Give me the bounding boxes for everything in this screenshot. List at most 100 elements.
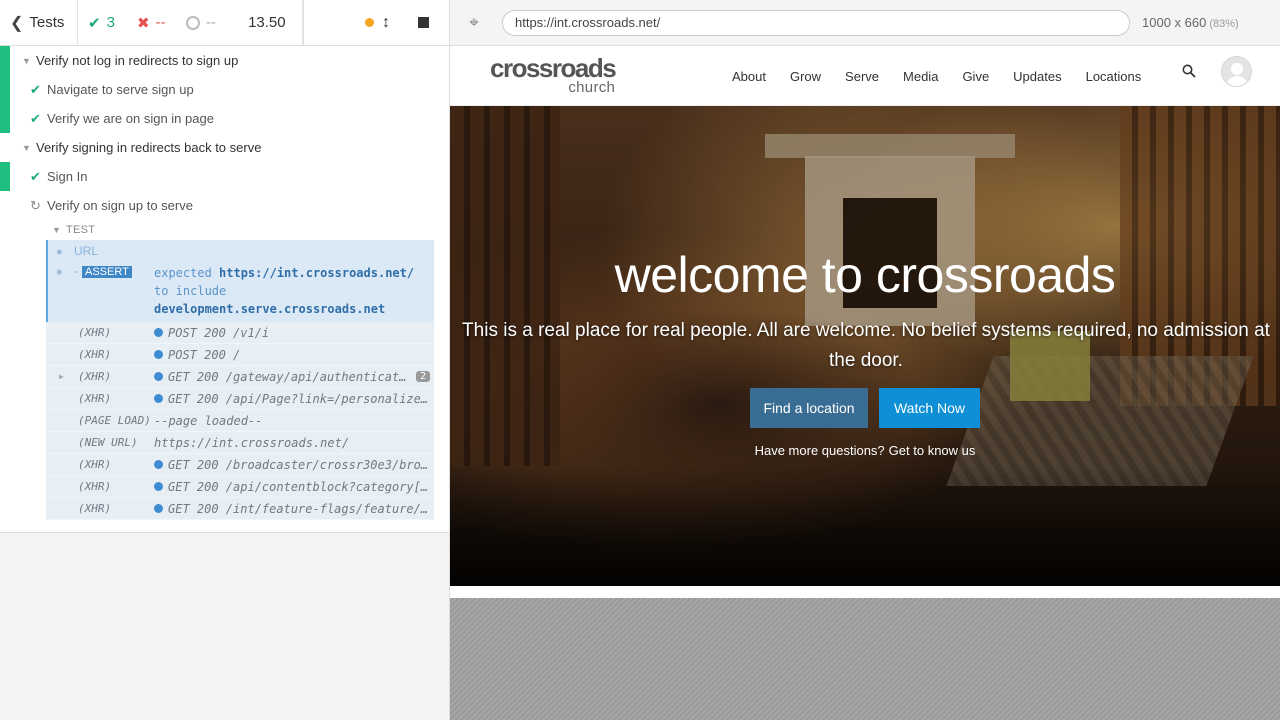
log-type: (XHR) [78,392,112,405]
test-stats: ✔ 3 ✖ -- -- 13.50 [78,0,304,45]
log-message: --page loaded-- [154,413,263,428]
selector-playground-icon[interactable]: ⌖ [450,13,498,33]
test-row-running[interactable]: ↻ Verify on sign up to serve [0,191,449,220]
log-row[interactable]: (XHR) GET 200 /broadcaster/crossr30e3/bro… [46,454,434,476]
log-type: (XHR) [78,458,112,471]
command-url[interactable]: ✹ URL [48,242,434,262]
crossroads-logo[interactable]: crossroads church [490,53,617,95]
tests-back-button[interactable]: ❮ Tests [0,0,78,45]
nav-locations[interactable]: Locations [1086,69,1142,84]
avatar-body [1226,76,1248,86]
xhr-dot-icon [154,372,163,381]
suite-title: Verify signing in redirects back to serv… [36,140,262,155]
more-prefix: Have more questions? [754,443,885,458]
command-name: - ASSERT [74,262,154,278]
zoom-level: (83%) [1209,18,1239,30]
cross-icon: ✖ [136,14,150,32]
nav-serve[interactable]: Serve [845,69,879,84]
log-row[interactable]: (XHR) GET 200 /int/feature-flags/feature/… [46,498,434,520]
logo-brand: crossroads [490,53,617,83]
test-status-bar [0,75,10,104]
xhr-dot-icon [154,460,163,469]
caret-right-icon[interactable]: ▶ [59,372,64,381]
user-avatar[interactable] [1221,56,1252,87]
nav-about[interactable]: About [732,69,766,84]
log-row[interactable]: (NEW URL) https://int.crossroads.net/ [46,432,434,454]
pending-count: -- [176,0,232,45]
test-row[interactable]: ✔ Navigate to serve sign up [0,75,449,104]
caret-down-icon: ▼ [22,55,31,66]
log-row[interactable]: ▶ (XHR) GET 200 /gateway/api/authenticat… 2 [46,366,434,388]
xhr-dot-icon [154,328,163,337]
test-section-header[interactable]: ▼ TEST [0,220,449,240]
app-bottom-edge [450,593,1280,598]
test-list: ▼ Verify not log in redirects to sign up… [0,46,449,533]
url-bar[interactable]: https://int.crossroads.net/ [502,9,1130,36]
check-icon: ✔ [88,14,101,32]
log-row[interactable]: (XHR) POST 200 /v1/i [46,322,434,344]
section-label: TEST [66,224,96,236]
assert-url: https://int.crossroads.net/ [219,266,415,280]
test-row[interactable]: ✔ Verify we are on sign in page [0,104,449,133]
log-row[interactable]: (XHR) GET 200 /api/Page?link=/personalize… [46,388,434,410]
log-type: (NEW URL) [78,436,138,449]
find-location-button[interactable]: Find a location [750,388,868,428]
search-icon[interactable] [1182,64,1196,78]
log-message: POST 200 /v1/i [168,325,270,340]
watch-now-button[interactable]: Watch Now [879,388,980,428]
log-type: (XHR) [78,502,112,515]
get-to-know-us-link[interactable]: Get to know us [889,443,976,458]
command-assert[interactable]: ✹ - ASSERT expected https://int.crossroad… [48,262,434,318]
passed-value: 3 [106,14,115,31]
xhr-dot-icon [154,504,163,513]
suite-row[interactable]: ▼ Verify not log in redirects to sign up [0,46,449,75]
auto-scroll-toggle[interactable]: ↕ [364,13,390,32]
log-type: (XHR) [78,480,112,493]
log-row[interactable]: (XHR) POST 200 / [46,344,434,366]
log-type: (XHR) [78,326,112,339]
log-row[interactable]: (PAGE LOAD) --page loaded-- [46,410,434,432]
assert-dash: - [74,264,78,278]
command-name: URL [74,244,99,258]
test-title: Sign In [47,169,88,184]
suite-title: Verify not log in redirects to sign up [36,53,239,68]
nav-updates[interactable]: Updates [1013,69,1061,84]
duration: 13.50 [232,0,303,45]
active-command-group[interactable]: ✹ URL ✹ - ASSERT expected https://int.cro… [46,240,434,322]
caret-down-icon: ▼ [22,142,31,153]
command-log: ✹ URL ✹ - ASSERT expected https://int.cro… [46,240,434,520]
log-row[interactable]: (XHR) GET 200 /api/contentblock?category[… [46,476,434,498]
test-row[interactable]: ✔ Sign In [0,162,449,191]
assert-message: expected https://int.crossroads.net/ to … [154,262,434,318]
viewport-size: 1000 x 660 [1142,15,1207,30]
log-message: GET 200 /gateway/api/authenticat… [168,369,407,384]
xhr-dot-icon [154,394,163,403]
site-nav: crossroads church About Grow Serve Media… [450,46,1280,106]
test-title: Navigate to serve sign up [47,82,194,97]
nav-grow[interactable]: Grow [790,69,821,84]
pending-ring-icon [185,15,200,30]
log-count-badge: 2 [415,371,430,382]
spinner-icon: ✹ [56,265,63,278]
hero-shade [450,466,1280,586]
scroll-arrows-icon: ↕ [382,13,390,31]
app-preview: ⌖ https://int.crossroads.net/ 1000 x 660… [450,0,1280,720]
hero-title: welcome to crossroads [614,247,1116,303]
app-under-test: crossroads church About Grow Serve Media… [450,46,1280,593]
avatar-head [1231,63,1243,75]
hero-more-questions: Have more questions? Get to know us [450,443,1280,458]
hero-section: welcome to crossroads This is a real pla… [450,106,1280,586]
xhr-dot-icon [154,350,163,359]
failed-count: ✖ -- [127,0,176,45]
log-message: GET 200 /api/Page?link=/personalize… [168,391,429,406]
chevron-left-icon: ❮ [10,14,24,32]
nav-media[interactable]: Media [903,69,938,84]
nav-give[interactable]: Give [962,69,989,84]
test-runner-panel: ❮ Tests ✔ 3 ✖ -- -- 13.50 ↕ ▼ Verify not… [0,0,450,720]
stop-button[interactable] [418,17,429,28]
log-rows: (XHR) POST 200 /v1/i (XHR) POST 200 / ▶ (XHR)… [46,322,434,520]
runner-controls: ↕ [304,0,449,45]
passed-count: ✔ 3 [78,0,127,45]
refresh-icon: ↻ [30,197,41,213]
suite-row[interactable]: ▼ Verify signing in redirects back to se… [0,133,449,162]
